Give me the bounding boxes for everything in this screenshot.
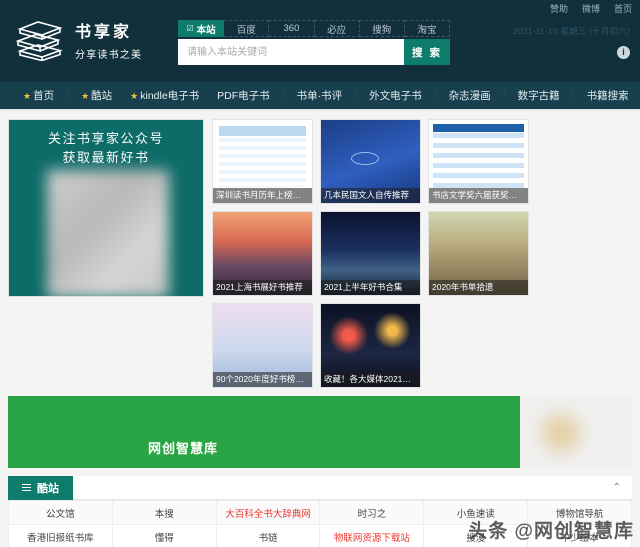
top-links: 赞助 微博 首页 — [550, 2, 632, 15]
nav-separator: ⋮ — [500, 90, 509, 101]
promo-banner[interactable]: 关注书享家公众号 获取最新好书 — [8, 119, 204, 297]
link-cell[interactable]: 中少绘本 — [528, 525, 632, 547]
table-row: 公文馆 本搜 大百科全书大辞典网 时习之 小鱼速读 博物馆导航 — [9, 501, 632, 525]
link-cell[interactable]: 小鱼速读 — [424, 501, 528, 525]
promo-line2: 获取最新好书 — [9, 149, 203, 168]
info-icon[interactable]: i — [617, 46, 630, 59]
nav-item-shudan[interactable]: 书单·书评 — [288, 88, 352, 103]
menu-icon — [22, 482, 31, 493]
link-cell[interactable]: 时习之 — [320, 501, 424, 525]
panel-title: 酷站 — [8, 476, 73, 500]
qr-code-image — [47, 170, 169, 297]
card-item[interactable]: 收藏！各大媒体2021年新… — [320, 303, 421, 388]
card-grid: 深圳读书月历年上榜好书推荐 几本民国文人自传推荐 书店文学奖六届获奖作品合集 2… — [212, 119, 632, 388]
ad-banner[interactable]: 网创智慧库 — [8, 396, 632, 468]
links-table: 公文馆 本搜 大百科全书大辞典网 时习之 小鱼速读 博物馆导航 香港旧报纸书库 … — [8, 500, 632, 547]
nav-item-foreign[interactable]: 外文电子书 — [360, 88, 431, 103]
site-logo[interactable]: 书享家 分享读书之美 — [14, 17, 142, 61]
engine-tab-360[interactable]: 360 — [269, 20, 314, 37]
engine-tab-baidu[interactable]: 百度 — [224, 20, 269, 37]
engine-tab-bendi[interactable]: ☑ 本站 — [178, 20, 224, 37]
kuzhan-panel: 酷站 ⌃ 公文馆 本搜 大百科全书大辞典网 时习之 小鱼速读 博物馆导航 香港旧… — [8, 476, 632, 547]
card-item[interactable]: 2020年书单拾遗 — [428, 211, 529, 296]
main-nav: ★首页 ⋮ ★酷站 ★kindle电子书 PDF电子书 ⋮ 书单·书评 ⋮ 外文… — [0, 82, 640, 111]
promo-text: 关注书享家公众号 获取最新好书 — [9, 120, 203, 168]
search-widget: ☑ 本站 百度 360 必应 搜狗 淘宝 搜 索 — [178, 20, 450, 65]
card-item[interactable]: 2021上海书展好书推荐 — [212, 211, 313, 296]
logo-text: 书享家 分享读书之美 — [75, 18, 142, 61]
link-cell[interactable]: 博物馆导航 — [528, 501, 632, 525]
search-engine-tabs: ☑ 本站 百度 360 必应 搜狗 淘宝 — [178, 20, 450, 37]
nav-separator: ⋮ — [569, 90, 578, 101]
link-cell[interactable]: 物联网资源下载站 — [320, 525, 424, 547]
top-link-home[interactable]: 首页 — [614, 2, 632, 15]
panel-header: 酷站 ⌃ — [8, 476, 632, 500]
ad-banner-image — [520, 396, 632, 468]
nav-separator: ⋮ — [279, 90, 288, 101]
card-caption: 收藏！各大媒体2021年新… — [321, 372, 420, 387]
page-root: 赞助 微博 首页 2021-11-10 星期三 (十月初六) i — [0, 0, 640, 547]
nav-item-magazine[interactable]: 杂志漫画 — [440, 88, 500, 103]
link-cell[interactable]: 懂得 — [112, 525, 216, 547]
chevron-up-icon[interactable]: ⌃ — [613, 482, 632, 493]
card-caption: 几本民国文人自传推荐 — [321, 188, 420, 203]
nav-item-pdf[interactable]: PDF电子书 — [208, 88, 279, 103]
link-cell[interactable]: 搜漫 — [424, 525, 528, 547]
top-link-sponsor[interactable]: 赞助 — [550, 2, 568, 15]
card-caption: 2020年书单拾遗 — [429, 280, 528, 295]
checkbox-icon: ☑ — [186, 24, 193, 33]
card-item[interactable]: 2021上半年好书合集 — [320, 211, 421, 296]
panel-title-label: 酷站 — [37, 480, 59, 496]
link-cell[interactable]: 书链 — [216, 525, 320, 547]
search-input[interactable] — [178, 39, 404, 65]
link-cell[interactable]: 公文馆 — [9, 501, 113, 525]
main-content: 关注书享家公众号 获取最新好书 深圳读书月历年上榜好书推荐 几本民国文人自传推荐… — [0, 111, 640, 547]
search-row: 搜 索 — [178, 39, 450, 65]
nav-item-kuzhan[interactable]: ★酷站 — [72, 88, 121, 103]
logo-tagline: 分享读书之美 — [75, 46, 142, 61]
card-item[interactable]: 几本民国文人自传推荐 — [320, 119, 421, 204]
site-header: 赞助 微博 首页 2021-11-10 星期三 (十月初六) i — [0, 0, 640, 82]
nav-item-booksearch[interactable]: 书籍搜索 — [578, 88, 638, 103]
star-icon: ★ — [23, 91, 31, 101]
engine-tab-taobao[interactable]: 淘宝 — [405, 20, 450, 37]
engine-label: 本站 — [197, 22, 216, 36]
top-grid: 关注书享家公众号 获取最新好书 深圳读书月历年上榜好书推荐 几本民国文人自传推荐… — [8, 119, 632, 388]
nav-separator: ⋮ — [63, 90, 72, 101]
promo-line1: 关注书享家公众号 — [9, 130, 203, 149]
card-item[interactable]: 书店文学奖六届获奖作品合集 — [428, 119, 529, 204]
engine-tab-bing[interactable]: 必应 — [315, 20, 360, 37]
card-item[interactable]: 90个2020年度好书榜单合集 — [212, 303, 313, 388]
ad-banner-title: 网创智慧库 — [148, 438, 218, 457]
card-caption: 深圳读书月历年上榜好书推荐 — [213, 188, 312, 203]
logo-name: 书享家 — [75, 18, 142, 42]
top-link-weibo[interactable]: 微博 — [582, 2, 600, 15]
link-cell[interactable]: 大百科全书大辞典网 — [216, 501, 320, 525]
link-cell[interactable]: 香港旧报纸书库 — [9, 525, 113, 547]
nav-separator: ⋮ — [431, 90, 440, 101]
star-icon: ★ — [130, 91, 138, 101]
search-button[interactable]: 搜 索 — [404, 39, 450, 65]
nav-item-ancient[interactable]: 数字古籍 — [509, 88, 569, 103]
star-icon: ★ — [81, 91, 89, 101]
stacked-books-icon — [14, 17, 66, 61]
card-caption: 90个2020年度好书榜单合集 — [213, 372, 312, 387]
table-row: 香港旧报纸书库 懂得 书链 物联网资源下载站 搜漫 中少绘本 — [9, 525, 632, 547]
link-cell[interactable]: 本搜 — [112, 501, 216, 525]
nav-item-home[interactable]: ★首页 — [14, 88, 63, 103]
card-caption: 2021上半年好书合集 — [321, 280, 420, 295]
date-display: 2021-11-10 星期三 (十月初六) — [513, 25, 630, 37]
card-caption: 书店文学奖六届获奖作品合集 — [429, 188, 528, 203]
card-caption: 2021上海书展好书推荐 — [213, 280, 312, 295]
nav-separator: ⋮ — [351, 90, 360, 101]
nav-item-kindle[interactable]: ★kindle电子书 — [121, 88, 208, 103]
card-item[interactable]: 深圳读书月历年上榜好书推荐 — [212, 119, 313, 204]
engine-tab-sogou[interactable]: 搜狗 — [360, 20, 405, 37]
